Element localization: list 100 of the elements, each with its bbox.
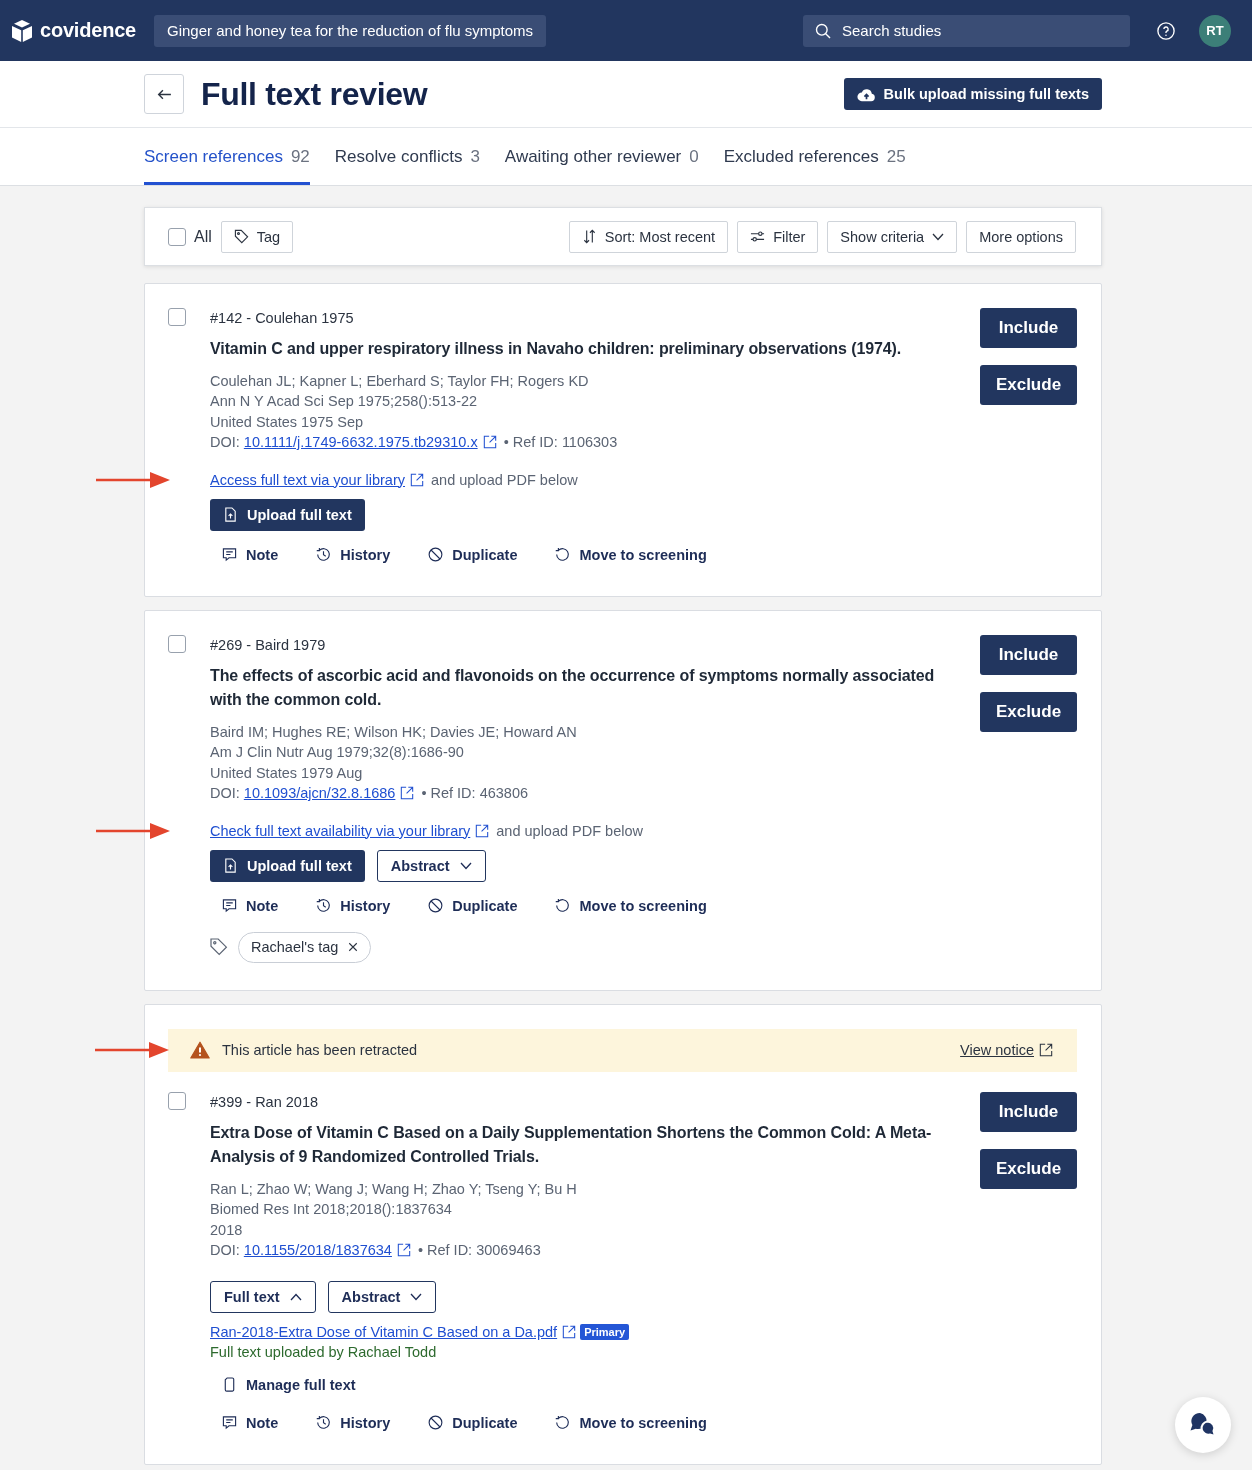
more-options-button[interactable]: More options xyxy=(966,220,1076,253)
upload-status-text: Full text uploaded by Rachael Todd xyxy=(210,1342,438,1362)
move-to-screening-button[interactable]: Move to screening xyxy=(543,891,719,920)
external-link-icon[interactable] xyxy=(475,823,490,838)
external-link-icon[interactable] xyxy=(410,472,424,487)
mark-duplicate-button[interactable]: Duplicate xyxy=(416,891,530,920)
cube-logo-icon xyxy=(10,18,34,43)
note-button[interactable]: Note xyxy=(210,1408,291,1437)
author-list: Coulehan JL; Kapner L; Eberhard S; Taylor FH; Rogers KD xyxy=(210,370,956,391)
primary-badge: Primary xyxy=(580,1323,630,1340)
upload-hint-text: and upload PDF below xyxy=(431,470,578,490)
history-button[interactable]: History xyxy=(304,1408,403,1437)
file-upload-icon xyxy=(223,858,238,873)
exclude-button[interactable]: Exclude xyxy=(980,365,1077,405)
reference-id-heading: #142 - Coulehan 1975 xyxy=(210,309,355,328)
reference-checkbox[interactable] xyxy=(168,1091,186,1110)
external-link-icon[interactable] xyxy=(1039,1043,1053,1057)
tab[interactable]: Awaiting other reviewer 0 xyxy=(504,128,699,185)
journal-citation: Biomed Res Int 2018;2018():1837634 xyxy=(210,1200,453,1219)
file-upload-icon xyxy=(223,507,238,522)
exclude-button[interactable]: Exclude xyxy=(980,691,1077,732)
reference-title: The effects of ascorbic acid and flavonoids on the occurrence of symptoms normally associated with the common cold. xyxy=(210,665,936,710)
user-avatar[interactable]: RT xyxy=(1199,14,1231,47)
upload-full-text-button[interactable]: Upload full text xyxy=(210,849,365,882)
caret-down-icon xyxy=(932,232,945,241)
ban-icon xyxy=(428,1415,444,1430)
filter-button[interactable]: Filter xyxy=(737,220,819,253)
doi-link[interactable]: 10.1111/j.1749-6632.1975.tb29310.x xyxy=(243,432,478,453)
external-link-icon[interactable] xyxy=(396,1243,411,1258)
bulk-upload-button[interactable]: Bulk upload missing full texts xyxy=(843,78,1102,110)
history-icon xyxy=(316,1415,332,1430)
document-icon xyxy=(222,1377,237,1392)
external-link-icon[interactable] xyxy=(400,786,415,801)
library-access-link[interactable]: Check full text availability via your library xyxy=(210,820,471,841)
library-access-link[interactable]: Access full text via your library xyxy=(210,469,405,490)
move-to-screening-button[interactable]: Move to screening xyxy=(543,1408,719,1437)
external-link-icon[interactable] xyxy=(482,435,497,450)
mark-duplicate-button[interactable]: Duplicate xyxy=(416,1408,530,1437)
logo-wordmark[interactable]: covidence xyxy=(40,19,137,42)
tag-icon xyxy=(210,938,228,956)
pdf-file-link[interactable]: Ran-2018-Extra Dose of Vitamin C Based on a Da.pdf xyxy=(210,1321,558,1342)
note-button[interactable]: Note xyxy=(210,891,291,920)
manage-full-text-button[interactable]: Manage full text xyxy=(210,1370,368,1399)
tab[interactable]: Screen references 92 xyxy=(144,128,310,185)
caret-down-icon xyxy=(459,861,472,870)
show-criteria-dropdown[interactable]: Show criteria xyxy=(827,220,958,253)
reference-title: Extra Dose of Vitamin C Based on a Daily Supplementation Shortens the Common Cold: A Meta-Analysis of 9 Randomized Controlled Trials. xyxy=(210,1122,933,1167)
remove-tag-icon[interactable] xyxy=(348,942,359,952)
rotate-arrow-icon xyxy=(555,1415,571,1430)
ban-icon xyxy=(428,898,444,913)
comment-icon xyxy=(222,898,237,913)
exclude-button[interactable]: Exclude xyxy=(980,1148,1077,1189)
dropdown-button[interactable]: Abstract xyxy=(327,1280,437,1313)
project-title-chip[interactable]: Ginger and honey tea for the reduction of flu symptoms xyxy=(154,14,547,47)
sort-button[interactable]: Sort: Most recent xyxy=(568,220,729,253)
include-button[interactable]: Include xyxy=(980,308,1077,348)
doi-link[interactable]: 10.1155/2018/1837634 xyxy=(243,1240,392,1261)
publication-info: 2018 xyxy=(210,1220,244,1240)
include-button[interactable]: Include xyxy=(980,1091,1077,1132)
include-button[interactable]: Include xyxy=(980,634,1077,675)
doi-label: DOI: xyxy=(210,784,240,803)
reference-checkbox[interactable] xyxy=(168,634,186,653)
tag-button[interactable]: Tag xyxy=(220,220,294,253)
view-notice-link[interactable]: View notice xyxy=(960,1042,1034,1058)
reference-id-heading: #399 - Ran 2018 xyxy=(210,1092,320,1112)
caret-up-icon xyxy=(289,1292,302,1301)
doi-link[interactable]: 10.1093/ajcn/32.8.1686 xyxy=(243,783,396,804)
ban-icon xyxy=(428,547,444,562)
dropdown-button[interactable]: Full text xyxy=(210,1280,316,1313)
retraction-message: This article has been retracted xyxy=(222,1042,418,1058)
dropdown-button[interactable]: Abstract xyxy=(376,849,486,882)
publication-info: United States 1975 Sep xyxy=(210,412,365,432)
move-to-screening-button[interactable]: Move to screening xyxy=(543,540,719,569)
cloud-upload-icon xyxy=(856,86,876,102)
tab[interactable]: Excluded references 25 xyxy=(723,128,906,185)
reference-id-heading: #269 - Baird 1979 xyxy=(210,635,327,655)
tab[interactable]: Resolve conflicts 3 xyxy=(334,128,480,185)
note-button[interactable]: Note xyxy=(210,540,291,569)
select-all-label[interactable]: All xyxy=(194,227,212,246)
ref-id-text: • Ref ID: 30069463 xyxy=(417,1241,541,1260)
doi-label: DOI: xyxy=(210,1241,240,1260)
external-link-icon[interactable] xyxy=(562,1324,577,1339)
author-list: Baird IM; Hughes RE; Wilson HK; Davies JE; Howard AN xyxy=(210,721,956,742)
rotate-arrow-icon xyxy=(555,547,571,562)
reference-checkbox[interactable] xyxy=(168,308,186,326)
ref-id-text: • Ref ID: 463806 xyxy=(421,784,529,803)
select-all-checkbox[interactable] xyxy=(168,227,186,246)
chat-button[interactable] xyxy=(1175,1397,1231,1453)
rotate-arrow-icon xyxy=(555,898,571,913)
help-icon[interactable] xyxy=(1157,21,1175,40)
search-field[interactable]: Search studies xyxy=(803,14,1130,47)
comment-icon xyxy=(222,547,237,562)
history-icon xyxy=(316,898,332,913)
tag-icon xyxy=(233,229,249,244)
warning-icon xyxy=(190,1041,210,1059)
comment-icon xyxy=(222,1415,237,1430)
history-button[interactable]: History xyxy=(304,891,403,920)
history-button[interactable]: History xyxy=(304,540,403,569)
upload-full-text-button[interactable]: Upload full text xyxy=(210,498,365,531)
mark-duplicate-button[interactable]: Duplicate xyxy=(416,540,530,569)
